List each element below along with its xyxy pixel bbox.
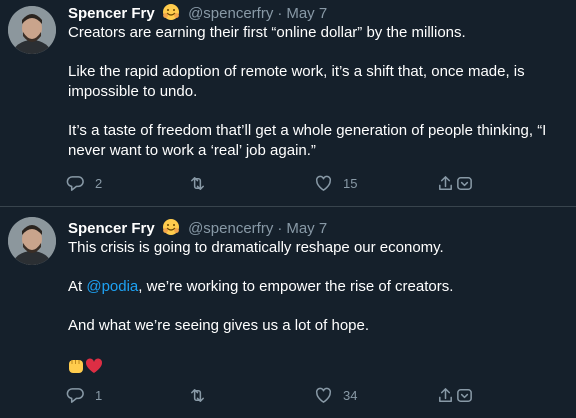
tweet-paragraph: Creators are earning their first “online… (68, 24, 466, 41)
tweet-paragraph-mention: At @podia, we’re working to empower the … (68, 277, 562, 297)
tweet-paragraph: It’s a taste of freedom that’ll get a wh… (68, 122, 547, 159)
tweet-actions: 1 34 (62, 384, 482, 406)
bookmark-heart-icon[interactable] (455, 386, 474, 405)
tweet-text: Creators are earning their first “online… (68, 23, 562, 180)
tweet[interactable]: Spencer Fry @spencerfry · May 7 Creators a… (0, 0, 576, 207)
mention-link-podia[interactable]: @podia (86, 278, 138, 295)
reply-count: 1 (95, 387, 103, 403)
separator-dot: · (277, 220, 283, 237)
reply-count: 2 (95, 175, 103, 191)
tweet[interactable]: Spencer Fry @spencerfry · May 7 This crisi… (0, 207, 576, 418)
tweet-text: This crisis is going to dramatically res… (68, 238, 562, 381)
author-handle[interactable]: @spencerfry (188, 220, 273, 237)
tweet-date[interactable]: May 7 (286, 5, 327, 22)
reply-button[interactable]: 2 (66, 172, 102, 194)
reply-button[interactable]: 1 (66, 384, 102, 406)
separator-dot: · (277, 5, 283, 22)
reply-icon (66, 387, 84, 403)
tweet-paragraph: This crisis is going to dramatically res… (68, 239, 444, 256)
tweet-paragraph: Like the rapid adoption of remote work, … (68, 63, 525, 100)
avatar[interactable] (8, 217, 56, 265)
emoji-row (68, 355, 562, 381)
retweet-button[interactable] (188, 384, 217, 406)
retweet-icon (191, 388, 204, 402)
tweet-paragraph: And what we’re seeing gives us a lot of … (68, 317, 370, 334)
reply-icon (66, 175, 84, 191)
avatar[interactable] (8, 6, 56, 54)
raised-fist-icon (69, 360, 83, 373)
text-segment: At (68, 278, 87, 295)
retweet-button[interactable] (188, 172, 217, 194)
like-button[interactable]: 34 (314, 384, 357, 406)
share-icon (439, 175, 452, 190)
like-button[interactable]: 15 (314, 172, 357, 194)
author-name[interactable]: Spencer Fry (68, 220, 155, 237)
share-button[interactable] (436, 172, 474, 194)
red-heart-icon (85, 358, 103, 373)
tweet-actions: 2 15 (62, 172, 482, 194)
heart-icon (315, 387, 332, 403)
text-segment: , we’re working to empower the rise of c… (138, 278, 454, 295)
tweet-date[interactable]: May 7 (286, 220, 327, 237)
bookmark-heart-icon[interactable] (455, 174, 474, 193)
share-button[interactable] (436, 384, 474, 406)
like-count: 15 (343, 175, 358, 191)
share-icon (439, 387, 452, 402)
retweet-icon (191, 176, 204, 190)
like-count: 34 (343, 387, 358, 403)
author-handle[interactable]: @spencerfry (188, 5, 273, 22)
author-name[interactable]: Spencer Fry (68, 5, 155, 22)
heart-icon (315, 175, 332, 191)
